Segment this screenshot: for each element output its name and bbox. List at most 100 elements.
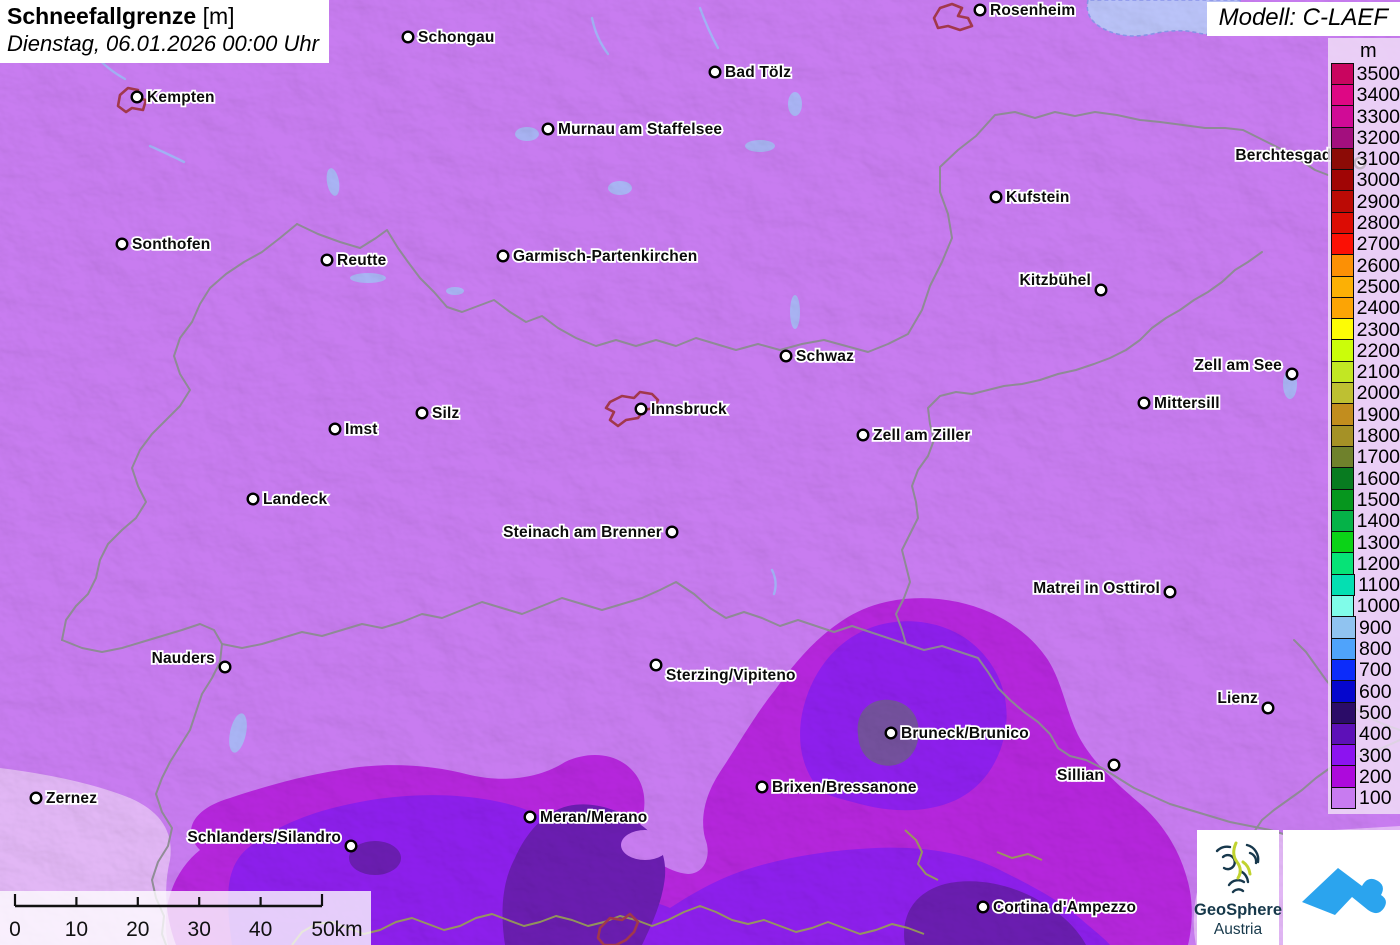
legend-value-2800: 2800 (1356, 212, 1400, 235)
legend-swatch-1900 (1331, 403, 1354, 427)
city-label-sonthofen: Sonthofen (132, 236, 210, 253)
legend-value-800: 800 (1359, 638, 1392, 661)
city-marker-sterzing-vipiteno (649, 658, 663, 672)
legend-swatch-3400 (1331, 83, 1354, 107)
legend-value-2900: 2900 (1356, 190, 1400, 213)
city-label-zernez: Zernez (46, 790, 97, 807)
legend-entry-2000: 2000 (1328, 382, 1400, 405)
city-label-steinach-am-brenner: Steinach am Brenner (503, 524, 662, 541)
city-marker-zell-am-ziller (856, 428, 870, 442)
legend-swatch-2600 (1331, 254, 1354, 277)
city-label-schlanders-silandro: Schlanders/Silandro (187, 829, 341, 846)
legend-entry-600: 600 (1328, 680, 1400, 703)
city-marker-reutte (320, 253, 334, 267)
city-label-bad-t-lz: Bad Tölz (725, 64, 791, 81)
legend-entry-2400: 2400 (1328, 296, 1400, 320)
legend-entry-3400: 3400 (1328, 83, 1400, 107)
legend-value-2700: 2700 (1356, 233, 1400, 256)
legend-value-2500: 2500 (1356, 275, 1400, 298)
city-marker-bad-t-lz (708, 65, 722, 79)
legend-swatch-2400 (1331, 296, 1354, 320)
legend-entry-200: 200 (1328, 765, 1400, 789)
city-label-garmisch-partenkirchen: Garmisch-Partenkirchen (513, 248, 697, 265)
legend-swatch-900 (1331, 616, 1356, 640)
city-label-matrei-in-osttirol: Matrei in Osttirol (1033, 580, 1160, 597)
legend-value-600: 600 (1359, 680, 1392, 703)
hillshade-texture (0, 0, 1400, 945)
legend-value-1600: 1600 (1356, 467, 1400, 490)
legend-value-1400: 1400 (1356, 510, 1400, 533)
legend-entry-1600: 1600 (1328, 467, 1400, 490)
legend-entry-1800: 1800 (1328, 424, 1400, 448)
legend-value-2300: 2300 (1356, 318, 1400, 341)
legend-entry-1700: 1700 (1328, 445, 1400, 469)
legend-value-3500: 3500 (1356, 63, 1400, 85)
legend-value-200: 200 (1359, 765, 1392, 788)
legend-swatch-3100 (1331, 147, 1354, 171)
city-marker-kempten (130, 90, 144, 104)
legend-swatch-3300 (1331, 105, 1354, 128)
legend-entry-500: 500 (1328, 701, 1400, 725)
legend-swatch-600 (1331, 680, 1356, 703)
geosphere-country: Austria (1213, 920, 1263, 938)
city-label-sillian: Sillian (1057, 767, 1104, 784)
legend-entry-100: 100 (1328, 786, 1400, 810)
legend-entry-2300: 2300 (1328, 318, 1400, 341)
legend-value-1900: 1900 (1356, 403, 1400, 426)
legend-swatch-1100 (1331, 573, 1356, 597)
legend-entry-2500: 2500 (1328, 275, 1400, 299)
city-marker-silz (415, 406, 429, 420)
city-marker-brixen-bressanone (755, 780, 769, 794)
legend-value-900: 900 (1359, 616, 1392, 639)
legend-value-2600: 2600 (1356, 254, 1400, 277)
city-marker-kufstein (989, 190, 1003, 204)
city-brixen-bressanone: Brixen/Bressanone (755, 777, 918, 798)
legend-entry-1300: 1300 (1328, 531, 1400, 554)
legend-value-2100: 2100 (1356, 361, 1400, 384)
scale-label-50km: 50km (311, 918, 362, 941)
legend-entry-400: 400 (1328, 722, 1400, 746)
legend-entry-3000: 3000 (1328, 169, 1400, 192)
partner-logo (1283, 830, 1400, 945)
legend-value-1100: 1100 (1358, 574, 1400, 597)
legend-entry-1500: 1500 (1328, 488, 1400, 512)
city-label-zell-am-ziller: Zell am Ziller (873, 427, 971, 444)
legend-value-3100: 3100 (1356, 148, 1400, 171)
legend-entry-900: 900 (1328, 616, 1400, 640)
legend-swatch-1700 (1331, 445, 1354, 469)
legend-swatch-3000 (1331, 169, 1354, 192)
legend-value-300: 300 (1359, 744, 1392, 767)
city-label-cortina-d-ampezzo: Cortina d'Ampezzo (993, 899, 1136, 916)
city-marker-schongau (401, 30, 415, 44)
legend-swatch-2900 (1331, 190, 1354, 214)
geosphere-org-name: GeoSphere (1193, 900, 1283, 919)
scale-bar: 0 10 20 30 40 50km (0, 891, 371, 945)
legend-entry-3300: 3300 (1328, 105, 1400, 128)
city-marker-garmisch-partenkirchen (496, 249, 510, 263)
scale-label-20: 20 (126, 918, 149, 941)
legend-value-500: 500 (1359, 701, 1392, 724)
city-label-zell-am-see: Zell am See (1195, 357, 1283, 374)
legend-swatch-700 (1331, 658, 1356, 682)
city-marker-schwaz (779, 349, 793, 363)
legend-value-3400: 3400 (1356, 84, 1400, 107)
title-box: Schneefallgrenze [m] Dienstag, 06.01.202… (0, 0, 329, 63)
city-rosenheim: Rosenheim (973, 0, 1077, 21)
city-marker-nauders (218, 660, 232, 674)
map-canvas: Schongau Bad Tölz Rosenheim Kempten Murnau a… (0, 0, 1400, 945)
city-label-kempten: Kempten (147, 89, 215, 106)
legend-entry-1900: 1900 (1328, 403, 1400, 427)
legend-swatch-1000 (1331, 595, 1354, 618)
legend-value-1500: 1500 (1356, 488, 1400, 511)
legend-value-3300: 3300 (1356, 105, 1400, 128)
city-marker-zernez (29, 791, 43, 805)
city-label-rosenheim: Rosenheim (990, 2, 1075, 19)
legend-value-3000: 3000 (1356, 169, 1400, 192)
legend-value-400: 400 (1359, 723, 1392, 746)
legend-swatch-1800 (1331, 424, 1354, 448)
city-label-kitzb-hel: Kitzbühel (1019, 272, 1091, 289)
legend-swatch-3500 (1331, 62, 1354, 86)
city-marker-kitzb-hel (1094, 283, 1108, 297)
legend-entry-700: 700 (1328, 658, 1400, 682)
city-label-murnau-am-staffelsee: Murnau am Staffelsee (558, 121, 722, 138)
